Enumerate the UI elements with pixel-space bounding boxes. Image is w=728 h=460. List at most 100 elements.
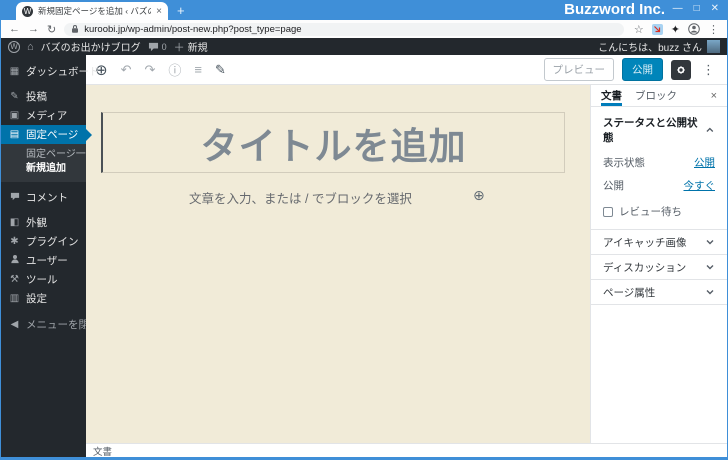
publish-date-row: 公開 今すぐ xyxy=(591,174,727,197)
sidebar-item-posts[interactable]: ✎ 投稿 xyxy=(1,87,86,106)
sidebar-item-plugins[interactable]: ✱ プラグイン xyxy=(1,232,86,251)
panel-close-icon[interactable]: × xyxy=(711,85,717,106)
sidebar-item-comments[interactable]: コメント xyxy=(1,188,86,207)
sidebar-item-label: 外観 xyxy=(26,217,47,229)
edit-mode-pencil-icon[interactable]: ✎ xyxy=(215,62,226,78)
wordpress-logo-icon[interactable]: W xyxy=(8,40,20,53)
sidebar-item-users[interactable]: ユーザー xyxy=(1,251,86,270)
tools-icon: ⚒ xyxy=(10,274,19,285)
paragraph-placeholder[interactable]: 文章を入力、または / でブロックを選択 xyxy=(189,188,412,207)
admin-bar-new-label[interactable]: 新規 xyxy=(188,39,208,54)
sidebar-collapse-menu[interactable]: ◀ メニューを閉じる xyxy=(1,315,110,334)
browser-menu-icon[interactable]: ⋮ xyxy=(708,23,719,36)
appearance-icon: ◧ xyxy=(9,217,20,228)
new-tab-button[interactable]: + xyxy=(177,3,185,18)
featured-image-label: アイキャッチ画像 xyxy=(603,236,687,249)
sidebar-item-label: 設定 xyxy=(26,293,47,305)
editor-middle: タイトルを追加 文章を入力、または / でブロックを選択 ⊕ 文書 ブロック ×… xyxy=(86,85,727,443)
editor-toolbar: ⊕ ↶ ↷ ⓘ ≡ ✎ プレビュー 公開 ⋮ xyxy=(86,55,727,85)
forward-button[interactable]: → xyxy=(28,23,39,35)
back-button[interactable]: ← xyxy=(9,23,20,35)
red-arrow-icon xyxy=(654,26,661,33)
capture-extension-icon[interactable] xyxy=(651,23,663,35)
tab-close-icon[interactable]: × xyxy=(156,6,162,17)
document-settings-panel: 文書 ブロック × ステータスと公開状態 表示状態 公開 公開 今すぐ レビュー… xyxy=(590,85,727,443)
sidebar-item-label: コメント xyxy=(26,192,68,204)
url-field[interactable]: kuroobi.jp/wp-admin/post-new.php?post_ty… xyxy=(64,22,624,36)
browser-addressbar: ← → ↻ kuroobi.jp/wp-admin/post-new.php?p… xyxy=(1,20,727,38)
chevron-down-icon xyxy=(706,240,714,245)
title-placeholder: タイトルを追加 xyxy=(200,125,467,167)
comments-bubble-icon[interactable] xyxy=(148,42,159,52)
preview-button[interactable]: プレビュー xyxy=(543,58,614,81)
tab-title: 新規固定ページを追加 ‹ バズのお出… xyxy=(38,6,151,16)
pages-submenu: 固定ページ一覧 新規追加 xyxy=(1,144,96,182)
collapse-arrow-icon: ◀ xyxy=(10,319,19,330)
user-avatar[interactable] xyxy=(707,40,720,53)
pending-review-checkbox[interactable] xyxy=(603,206,613,217)
wp-sidebar-menu: ▦ ダッシュボード ✎ 投稿 ▣ メディア ▤ 固定ページ 固定ページ一覧 新規… xyxy=(1,55,110,457)
browser-tab[interactable]: W 新規固定ページを追加 ‹ バズのお出… × xyxy=(16,2,168,20)
submenu-item-all-pages[interactable]: 固定ページ一覧 xyxy=(26,148,96,162)
publish-date-value-link[interactable]: 今すぐ xyxy=(684,178,716,193)
comment-icon xyxy=(8,192,21,204)
footer-breadcrumb: 文書 xyxy=(93,446,113,458)
chevron-down-icon xyxy=(706,290,714,295)
tab-block[interactable]: ブロック xyxy=(635,85,677,106)
settings-gear-button[interactable] xyxy=(671,59,691,80)
more-options-icon[interactable]: ⋮ xyxy=(699,62,718,78)
sidebar-item-media[interactable]: ▣ メディア xyxy=(1,106,86,125)
sidebar-item-tools[interactable]: ⚒ ツール xyxy=(1,270,86,289)
admin-bar-greeting[interactable]: こんにちは、buzz さん xyxy=(598,39,702,54)
discussion-section[interactable]: ディスカッション xyxy=(591,255,727,280)
comment-count: 0 xyxy=(161,41,167,52)
page-attributes-label: ページ属性 xyxy=(603,286,656,299)
dashboard-icon: ▦ xyxy=(9,66,20,77)
page-icon: ▤ xyxy=(9,129,20,140)
extension-icon[interactable]: ✦ xyxy=(671,23,680,36)
user-icon xyxy=(8,254,21,267)
title-block[interactable]: タイトルを追加 xyxy=(101,112,565,173)
visibility-label: 表示状態 xyxy=(603,157,645,169)
discussion-label: ディスカッション xyxy=(603,261,687,274)
publish-date-label: 公開 xyxy=(603,180,624,192)
new-content-plus-icon[interactable]: ＋ xyxy=(174,39,185,55)
visibility-value-link[interactable]: 公開 xyxy=(694,155,715,170)
admin-bar-site-name[interactable]: バズのお出かけブログ xyxy=(41,39,141,54)
redo-button[interactable]: ↷ xyxy=(144,62,155,78)
sidebar-item-label: プラグイン xyxy=(26,236,79,248)
content-structure-icon[interactable]: ⓘ xyxy=(168,60,181,79)
sidebar-item-pages[interactable]: ▤ 固定ページ xyxy=(1,125,92,144)
browser-titlebar: W 新規固定ページを追加 ‹ バズのお出… × + Buzzword Inc. … xyxy=(1,0,727,20)
reload-button[interactable]: ↻ xyxy=(47,23,56,36)
sidebar-item-dashboard[interactable]: ▦ ダッシュボード xyxy=(1,62,100,81)
block-inserter-icon[interactable]: ⊕ xyxy=(473,187,485,204)
wordpress-favicon-icon: W xyxy=(22,5,33,17)
home-icon[interactable]: ⌂ xyxy=(27,41,34,53)
status-section-title: ステータスと公開状態 xyxy=(603,117,698,144)
tab-document[interactable]: 文書 xyxy=(601,85,622,106)
block-navigation-icon[interactable]: ≡ xyxy=(194,62,202,77)
bookmark-star-icon[interactable]: ☆ xyxy=(634,23,644,36)
publish-button[interactable]: 公開 xyxy=(622,58,663,81)
status-section-header[interactable]: ステータスと公開状態 xyxy=(591,107,727,151)
window-maximize-button[interactable]: □ xyxy=(694,3,700,14)
undo-button[interactable]: ↶ xyxy=(121,62,132,78)
visibility-row: 表示状態 公開 xyxy=(591,151,727,174)
profile-icon[interactable] xyxy=(688,23,700,35)
main-area: ▦ ダッシュボード ✎ 投稿 ▣ メディア ▤ 固定ページ 固定ページ一覧 新規… xyxy=(1,55,727,458)
submenu-item-add-new[interactable]: 新規追加 xyxy=(26,162,86,176)
sidebar-item-label: ツール xyxy=(26,274,58,286)
sidebar-item-appearance[interactable]: ◧ 外観 xyxy=(1,213,86,232)
window-minimize-button[interactable]: — xyxy=(673,3,683,14)
sidebar-item-settings[interactable]: ▥ 設定 xyxy=(1,289,86,308)
editor-footer: 文書 xyxy=(86,443,727,458)
chevron-down-icon xyxy=(706,265,714,270)
editor-canvas[interactable]: タイトルを追加 文章を入力、または / でブロックを選択 ⊕ xyxy=(86,85,590,443)
page-attributes-section[interactable]: ページ属性 xyxy=(591,280,727,305)
wp-admin-bar: W ⌂ バズのお出かけブログ 0 ＋ 新規 こんにちは、buzz さん xyxy=(1,38,727,55)
window-close-button[interactable]: ✕ xyxy=(711,3,719,14)
plugin-icon: ✱ xyxy=(10,236,19,247)
featured-image-section[interactable]: アイキャッチ画像 xyxy=(591,230,727,255)
pin-icon: ✎ xyxy=(10,91,19,102)
